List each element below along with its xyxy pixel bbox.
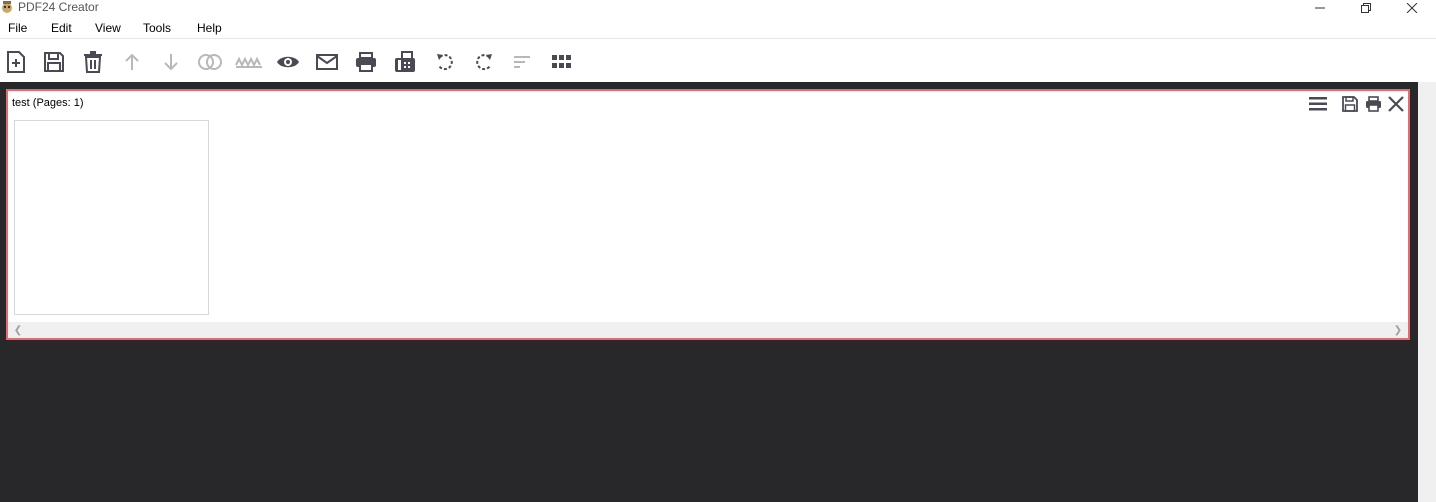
rotate-right-icon	[476, 54, 492, 71]
window-close-button[interactable]	[1389, 0, 1435, 16]
email-icon	[316, 54, 338, 70]
fax-button[interactable]	[391, 48, 419, 76]
preview-button[interactable]	[274, 48, 302, 76]
menu-bar: File Edit View Tools Help	[0, 18, 1436, 39]
document-save-button[interactable]	[1340, 94, 1360, 114]
menu-view[interactable]: View	[95, 21, 121, 35]
window-title: PDF24 Creator	[18, 0, 99, 14]
rotate-right-button[interactable]	[470, 48, 498, 76]
print-icon	[1365, 96, 1381, 112]
close-icon	[1388, 96, 1404, 112]
document-title: test (Pages: 1)	[12, 97, 84, 109]
minimize-icon	[1315, 7, 1325, 9]
document-close-button[interactable]	[1386, 94, 1406, 114]
trash-icon	[84, 51, 102, 73]
menu-help[interactable]: Help	[197, 21, 222, 35]
title-bar: PDF24 Creator	[0, 0, 1436, 16]
menu-icon	[1309, 97, 1327, 111]
save-button[interactable]	[40, 48, 68, 76]
save-icon	[1342, 96, 1358, 112]
vertical-scrollbar[interactable]	[1418, 82, 1436, 502]
restore-icon	[1361, 3, 1371, 13]
menu-tools[interactable]: Tools	[143, 21, 171, 35]
email-button[interactable]	[313, 48, 341, 76]
page-thumbnail[interactable]	[14, 120, 209, 315]
print-button[interactable]	[352, 48, 380, 76]
sort-icon	[514, 56, 530, 68]
rotate-left-button[interactable]	[431, 48, 459, 76]
menu-edit[interactable]: Edit	[51, 21, 72, 35]
document-print-button[interactable]	[1363, 94, 1383, 114]
arrow-down-icon	[164, 54, 178, 71]
restore-button[interactable]	[1343, 0, 1389, 16]
app-logo-icon	[0, 0, 14, 14]
menu-file[interactable]: File	[8, 21, 27, 35]
horizontal-scrollbar[interactable]: ❮ ❯	[8, 322, 1408, 338]
scroll-left-icon[interactable]: ❮	[10, 322, 26, 338]
document-menu-button[interactable]	[1308, 94, 1328, 114]
new-document-button[interactable]	[2, 48, 30, 76]
minimize-button[interactable]	[1297, 0, 1343, 16]
arrow-up-icon	[125, 53, 139, 70]
print-icon	[356, 52, 376, 72]
rotate-left-icon	[437, 54, 453, 71]
merge-icon	[198, 54, 222, 70]
grid-view-button[interactable]	[548, 48, 576, 76]
move-down-button[interactable]	[157, 48, 185, 76]
new-document-icon	[7, 51, 25, 73]
save-icon	[44, 52, 64, 72]
merge-button[interactable]	[196, 48, 224, 76]
delete-button[interactable]	[79, 48, 107, 76]
fax-icon	[395, 51, 415, 72]
split-icon	[235, 56, 262, 68]
split-button[interactable]	[235, 48, 263, 76]
sort-button[interactable]	[508, 48, 536, 76]
close-icon	[1407, 3, 1417, 13]
preview-eye-icon	[277, 56, 299, 68]
document-panel[interactable]: test (Pages: 1) ❮ ❯	[6, 89, 1410, 340]
grid-view-icon	[552, 55, 571, 68]
move-up-button[interactable]	[118, 48, 146, 76]
toolbar	[0, 44, 1436, 80]
scroll-right-icon[interactable]: ❯	[1390, 322, 1406, 338]
